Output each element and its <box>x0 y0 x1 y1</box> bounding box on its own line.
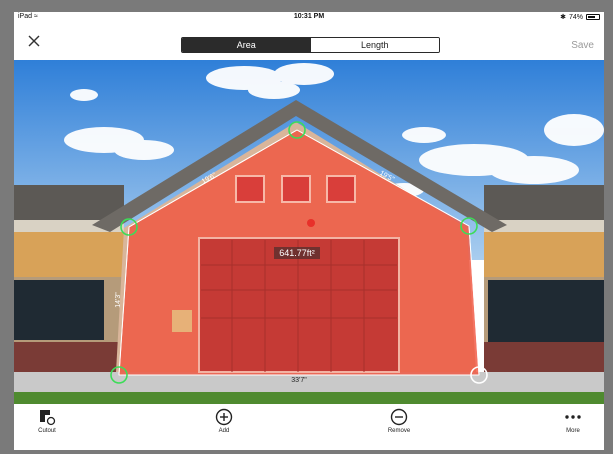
cutout-icon <box>40 410 56 426</box>
left-siding <box>14 232 124 277</box>
save-button[interactable]: Save <box>571 40 594 51</box>
left-roof <box>14 185 124 220</box>
remove-icon <box>390 408 408 426</box>
tab-area[interactable]: Area <box>182 38 311 52</box>
close-button[interactable] <box>22 29 46 53</box>
right-brick <box>484 342 604 372</box>
close-icon <box>28 35 40 47</box>
cutout-label: Cutout <box>38 428 56 434</box>
gable-window-2 <box>281 175 311 203</box>
gable-window-3 <box>326 175 356 203</box>
cutout-button[interactable]: Cutout <box>17 408 77 434</box>
bottom-toolbar: Cutout Add Remove More <box>14 404 604 450</box>
photo-canvas: 641.77ft² 19'6" 19'5" 14'3" 14'3" 33'7" <box>14 60 604 404</box>
ipad-screen: iPad ≈ 10:31 PM ✱ 74% Area Length Save 6… <box>14 12 604 450</box>
door-sign <box>172 310 192 332</box>
remove-label: Remove <box>387 428 411 434</box>
building-photo[interactable]: 641.77ft² 19'6" 19'5" 14'3" 14'3" 33'7" <box>14 60 604 404</box>
add-label: Add <box>218 428 230 434</box>
more-label: More <box>566 428 580 434</box>
side-left-label: 14'3" <box>115 292 122 308</box>
area-label: 641.77ft² <box>279 248 315 258</box>
right-roof <box>484 185 604 220</box>
area-center-dot[interactable] <box>307 219 315 227</box>
left-windows <box>14 280 104 340</box>
left-brick <box>14 342 124 372</box>
status-time: 10:31 PM <box>293 13 325 20</box>
side-right-label: 14'3" <box>476 292 483 308</box>
mode-segmented-control: Area Length <box>181 37 440 53</box>
grass <box>14 392 604 404</box>
battery-fill <box>588 16 596 18</box>
more-button[interactable]: More <box>543 408 603 434</box>
nav-bar: Area Length Save <box>14 24 604 60</box>
status-right: ✱ 74% <box>560 13 600 21</box>
right-windows <box>488 280 604 342</box>
base-label: 33'7" <box>291 377 307 384</box>
remove-button[interactable]: Remove <box>369 408 429 434</box>
bluetooth-icon: ✱ <box>560 14 566 21</box>
more-icon <box>565 415 581 419</box>
add-button[interactable]: Add <box>194 408 254 434</box>
add-icon <box>215 408 233 426</box>
tab-length[interactable]: Length <box>310 38 439 52</box>
right-siding <box>484 232 604 277</box>
battery-icon <box>586 14 600 20</box>
battery-percent: 74% <box>568 13 583 21</box>
status-bar: iPad ≈ 10:31 PM ✱ 74% <box>14 12 604 24</box>
gable-window-1 <box>235 175 265 203</box>
